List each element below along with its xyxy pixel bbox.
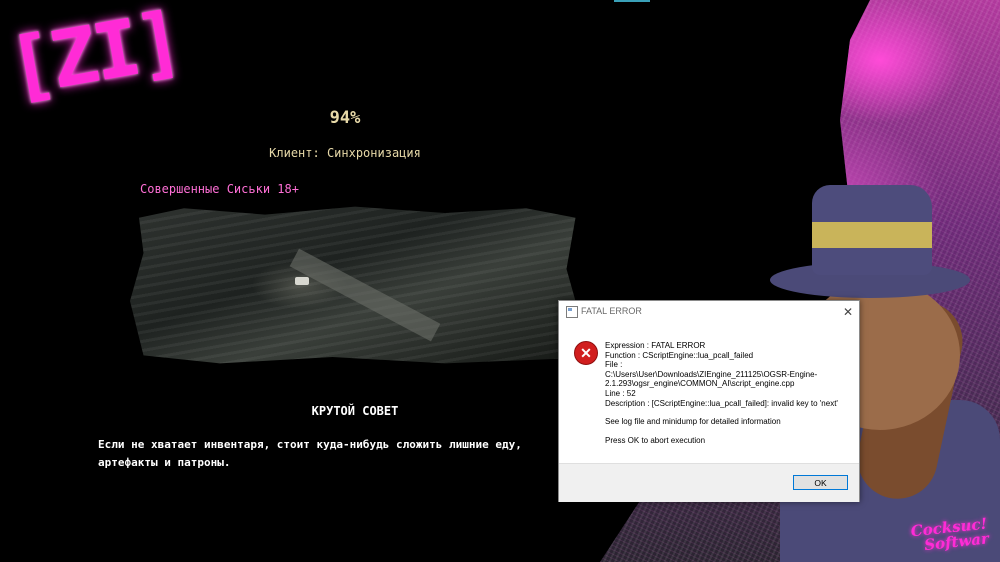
character-hat-band <box>812 222 932 248</box>
error-message: Expression : FATAL ERROR Function : CScr… <box>605 341 849 445</box>
see-log-line: See log file and minidump for detailed i… <box>605 417 781 427</box>
level-preview-image <box>130 206 580 364</box>
dialog-footer: OK <box>559 463 859 502</box>
tip-title: КРУТОЙ СОВЕТ <box>311 404 399 418</box>
press-ok-line: Press OK to abort execution <box>605 435 706 445</box>
expression-line: Expression : FATAL ERROR <box>605 341 706 350</box>
watermark-logo: Cocksuc! Softwar <box>910 515 998 562</box>
file-label-line: File : <box>605 360 623 370</box>
line-number-line: Line : 52 <box>605 388 636 398</box>
file-path-line: C:\Users\User\Downloads\ZIEngine_211125\… <box>605 369 818 389</box>
dialog-titlebar[interactable]: FATAL ERROR ✕ <box>559 301 859 324</box>
loading-percent: 94% <box>329 108 361 128</box>
description-line: Description : [CScriptEngine::lua_pcall_… <box>605 398 838 408</box>
ok-button[interactable]: OK <box>793 475 848 490</box>
window-app-icon <box>566 306 578 318</box>
tip-text: Если не хватает инвентаря, стоит куда-ни… <box>98 436 560 472</box>
zi-logo: [ZI] <box>1 0 187 115</box>
function-line: Function : CScriptEngine::lua_pcall_fail… <box>605 350 754 360</box>
loading-status: Клиент: Синхронизация <box>269 146 421 160</box>
close-button[interactable]: ✕ <box>837 301 859 323</box>
loading-header: Совершенные Сиськи 18+ <box>140 182 299 196</box>
error-icon: ✕ <box>574 341 598 365</box>
tip-text-body: Если не хватает инвентаря, стоит куда-ни… <box>98 438 522 469</box>
game-loading-screen: [ZI] 94% Клиент: Синхронизация Совершенн… <box>0 0 1000 562</box>
fatal-error-dialog: FATAL ERROR ✕ ✕ Expression : FATAL ERROR… <box>558 300 860 502</box>
dialog-title: FATAL ERROR <box>581 306 642 316</box>
preview-road <box>289 248 441 342</box>
taskbar-strip <box>614 0 650 2</box>
preview-car <box>295 277 309 285</box>
dialog-content: ✕ Expression : FATAL ERROR Function : CS… <box>559 323 859 463</box>
